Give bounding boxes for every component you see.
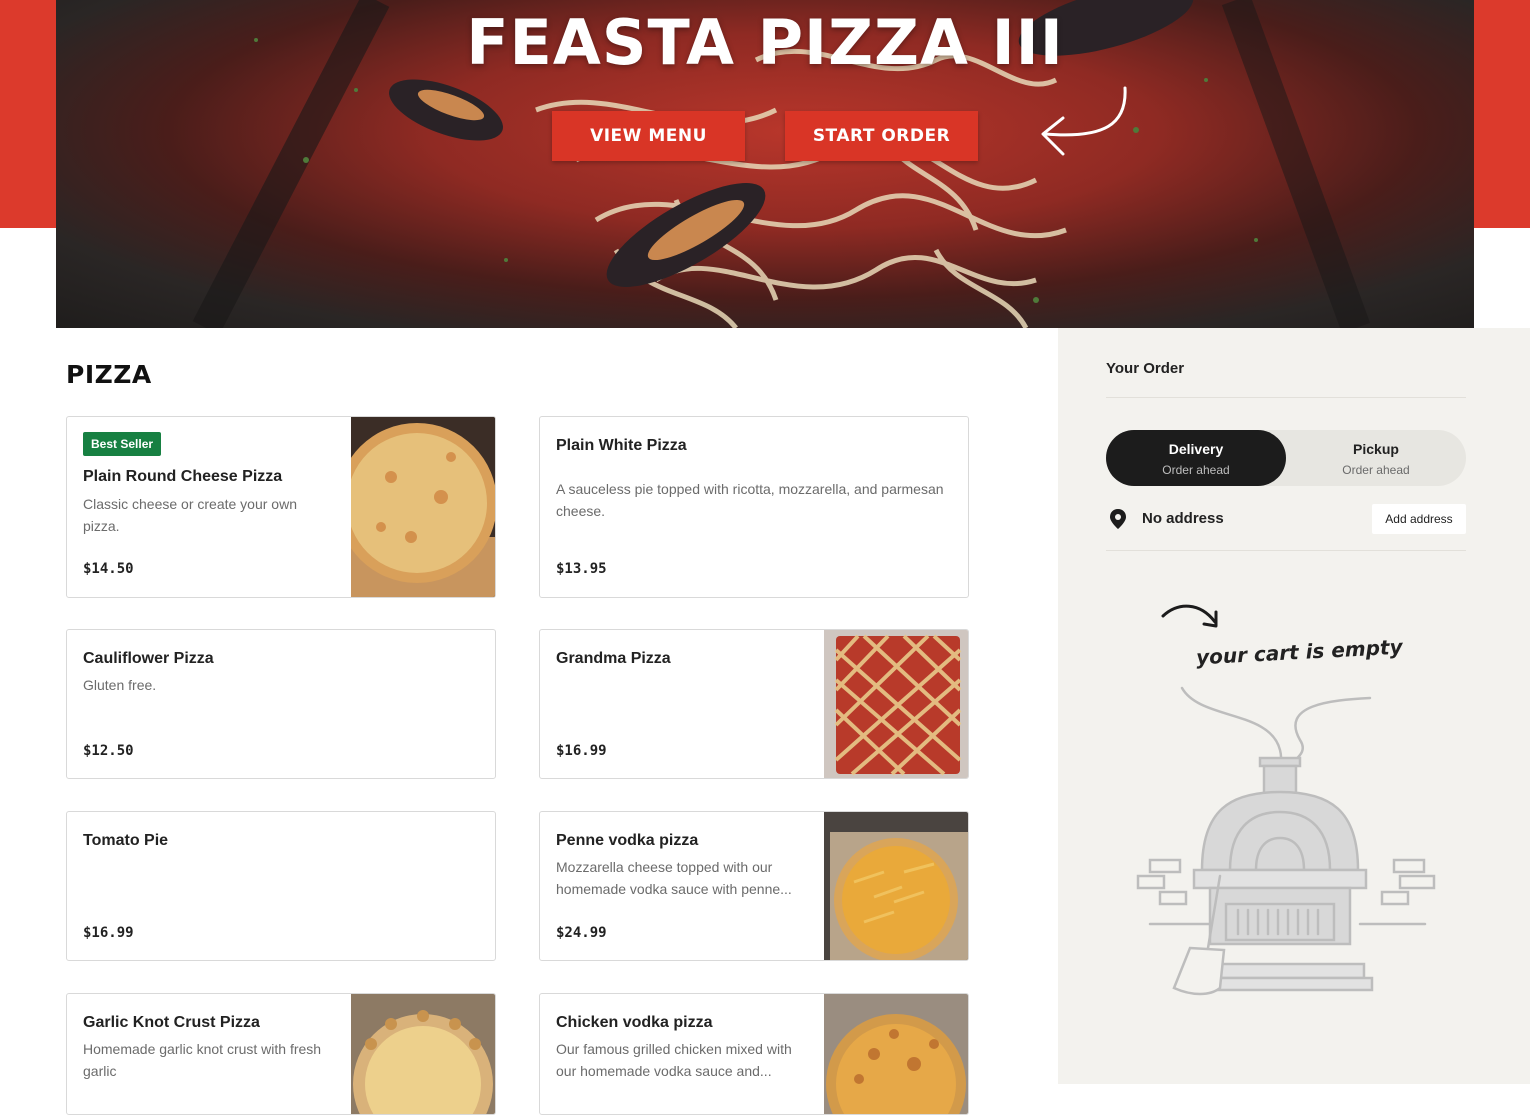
- item-name: Garlic Knot Crust Pizza: [83, 1014, 260, 1031]
- menu-item-card[interactable]: Tomato Pie $16.99: [66, 811, 496, 961]
- section-title: PIZZA: [66, 360, 152, 389]
- item-description: Our famous grilled chicken mixed with ou…: [556, 1041, 792, 1079]
- item-image: [824, 630, 968, 778]
- pickup-label: Pickup: [1353, 441, 1399, 457]
- item-description: Classic cheese or create your own pizza.: [83, 496, 297, 534]
- start-order-button[interactable]: START ORDER: [785, 111, 978, 161]
- curved-arrow-icon: [1161, 604, 1218, 628]
- menu-item-card[interactable]: Penne vodka pizza Mozzarella cheese topp…: [539, 811, 969, 961]
- item-image: [824, 994, 968, 1114]
- item-name: Penne vodka pizza: [556, 832, 699, 849]
- item-price: $16.99: [556, 743, 607, 759]
- delivery-sublabel: Order ahead: [1162, 463, 1230, 477]
- add-address-button[interactable]: Add address: [1372, 504, 1466, 534]
- item-image: [351, 994, 495, 1114]
- fulfillment-toggle: Delivery Order ahead Pickup Order ahead: [1106, 430, 1466, 486]
- item-name: Plain Round Cheese Pizza: [83, 468, 283, 485]
- item-description: A sauceless pie topped with ricotta, moz…: [556, 481, 944, 519]
- item-name: Tomato Pie: [83, 832, 169, 849]
- item-price: $24.99: [556, 925, 607, 941]
- delivery-option[interactable]: Delivery Order ahead: [1106, 430, 1286, 486]
- location-pin-icon: [1110, 509, 1126, 529]
- item-description: Gluten free.: [83, 677, 157, 693]
- item-description: Homemade garlic knot crust with fresh ga…: [83, 1041, 322, 1079]
- item-price: $13.95: [556, 561, 607, 577]
- item-name: Chicken vodka pizza: [556, 1014, 713, 1031]
- delivery-label: Delivery: [1168, 441, 1224, 457]
- item-description: Mozzarella cheese topped with our homema…: [556, 859, 792, 897]
- menu-item-card[interactable]: Plain White Pizza A sauceless pie topped…: [539, 416, 969, 598]
- menu-item-card[interactable]: Best Seller Plain Round Cheese Pizza Cla…: [66, 416, 496, 598]
- pickup-option[interactable]: Pickup Order ahead: [1286, 430, 1466, 486]
- divider: [1106, 397, 1466, 398]
- address-status: No address: [1142, 510, 1224, 527]
- item-price: $14.50: [83, 561, 134, 577]
- menu-item-card[interactable]: Cauliflower Pizza Gluten free. $12.50: [66, 629, 496, 779]
- pickup-sublabel: Order ahead: [1342, 463, 1410, 477]
- pizza-oven-illustration: [1136, 686, 1436, 996]
- menu-item-card[interactable]: Garlic Knot Crust Pizza Homemade garlic …: [66, 993, 496, 1115]
- item-price: $12.50: [83, 743, 134, 759]
- divider: [1106, 550, 1466, 551]
- menu-item-card[interactable]: Grandma Pizza $16.99: [539, 629, 969, 779]
- menu-item-card[interactable]: Chicken vodka pizza Our famous grilled c…: [539, 993, 969, 1115]
- curved-arrow-icon: [1041, 86, 1127, 156]
- item-name: Plain White Pizza: [556, 437, 687, 454]
- item-image: [351, 417, 495, 597]
- item-image: [824, 812, 968, 960]
- your-order-heading: Your Order: [1106, 360, 1185, 377]
- best-seller-badge: Best Seller: [83, 432, 162, 456]
- restaurant-title: FEASTA PIZZA III: [466, 6, 1064, 79]
- item-name: Grandma Pizza: [556, 650, 671, 667]
- view-menu-button[interactable]: VIEW MENU: [552, 111, 745, 161]
- item-price: $16.99: [83, 925, 134, 941]
- item-name: Cauliflower Pizza: [83, 650, 214, 667]
